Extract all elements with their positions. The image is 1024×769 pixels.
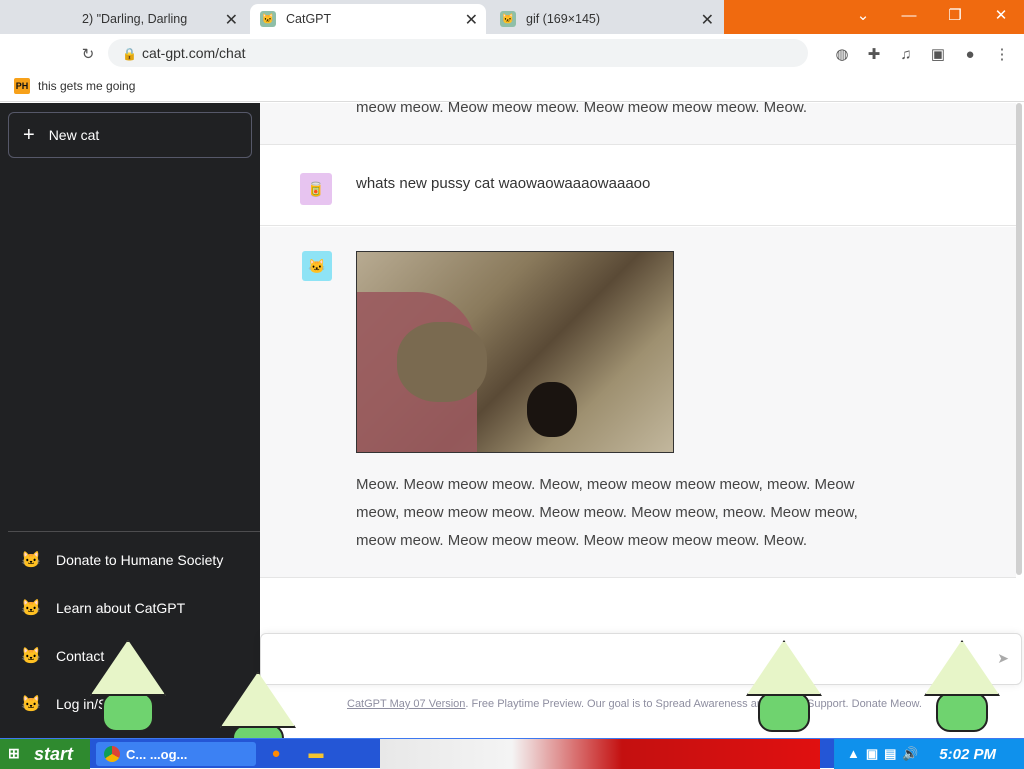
previous-bot-message: meow meow. Meow meow meow. Meow meow meo… [260, 99, 1016, 145]
browser-tab-catgpt[interactable]: 🐱 CatGPT ✕ [250, 4, 486, 34]
new-cat-label: New cat [48, 127, 100, 143]
catgpt-favicon-icon: 🐱 [260, 11, 276, 27]
start-label: start [34, 743, 74, 764]
bookmarks-bar: PH this gets me going [0, 72, 1024, 102]
restore-button[interactable]: ❐ [932, 0, 978, 30]
task-label: C... ...og... [126, 746, 188, 762]
chat-input[interactable]: ➤ [260, 633, 1022, 685]
user-avatar-icon: 🥫 [300, 173, 332, 205]
media-control-icon[interactable]: ♫ [896, 44, 916, 64]
extensions-puzzle-icon[interactable]: ✚ [864, 44, 884, 64]
cat-icon: 🐱 [21, 648, 41, 665]
bookmark-favicon-icon: PH [14, 78, 30, 94]
profile-avatar-icon[interactable]: ● [960, 44, 980, 64]
close-tab-icon[interactable]: ✕ [465, 10, 478, 30]
taskbar: ⊞ start C... ...og... ● ▬ ▲▣▤🔊 5:02 PM [0, 738, 1024, 769]
sidebar-link-label: Donate to Humane Society [56, 552, 224, 568]
tab-title: 2) "Darling, Darling [82, 12, 188, 26]
peridot-sticker [90, 640, 166, 732]
cat-icon: 🐱 [21, 552, 41, 569]
side-panel-icon[interactable]: ▣ [928, 44, 948, 64]
new-cat-button[interactable]: + New cat [8, 112, 252, 158]
system-tray: ▲▣▤🔊 5:02 PM [834, 739, 1024, 769]
sidebar-divider [8, 531, 260, 532]
cat-icon: 🐱 [21, 696, 41, 713]
tab-title: CatGPT [286, 12, 332, 26]
gif-favicon-icon: 🐱 [500, 11, 516, 27]
bot-message: 🐱 Meow. Meow meow meow. Meow, meow meow … [260, 227, 1016, 578]
taskbar-wallpaper [380, 739, 820, 769]
cat-gif-image [356, 251, 674, 453]
start-button[interactable]: ⊞ start [0, 739, 90, 769]
browser-toolbar: ↻ 🔒 cat-gpt.com/chat ◍ ✚ ♫ ▣ ● ⋮ [0, 34, 1024, 72]
bot-message-text: Meow. Meow meow meow. Meow, meow meow me… [356, 476, 858, 549]
chrome-icon [104, 746, 120, 762]
sidebar-link-donate[interactable]: 🐱 Donate to Humane Society [20, 546, 223, 574]
extension-flag-icon[interactable]: ◍ [832, 44, 852, 64]
cat-icon: 🐱 [21, 600, 41, 617]
browser-tab-gif[interactable]: 🐱 gif (169×145) ✕ [490, 4, 722, 34]
peridot-sticker [746, 640, 822, 732]
plus-icon: + [23, 124, 35, 146]
url-text: cat-gpt.com/chat [142, 45, 246, 61]
close-tab-icon[interactable]: ✕ [701, 10, 714, 30]
chat-scrollbar[interactable] [1016, 103, 1022, 575]
footer-text: . Free Playtime Preview. Our goal is to … [465, 698, 922, 710]
previous-message-text: meow meow. Meow meow meow. Meow meow meo… [356, 99, 807, 116]
tab-search-icon[interactable]: ⌄ [840, 0, 886, 30]
menu-kebab-icon[interactable]: ⋮ [992, 44, 1012, 64]
close-window-button[interactable]: ✕ [978, 0, 1024, 30]
bookmark-label: this gets me going [38, 79, 136, 93]
reload-icon[interactable]: ↻ [78, 44, 98, 64]
footer: CatGPT May 07 Version. Free Playtime Pre… [347, 698, 922, 710]
peridot-sticker [924, 640, 1000, 732]
firefox-icon[interactable]: ● [266, 743, 286, 763]
browser-tab-darling[interactable]: 2) "Darling, Darling ✕ [10, 4, 246, 34]
tray-icons[interactable]: ▲▣▤🔊 [847, 746, 925, 762]
taskbar-chrome-item[interactable]: C... ...og... [96, 742, 256, 766]
bot-avatar-cat-icon: 🐱 [302, 251, 332, 281]
bookmark-item[interactable]: PH this gets me going [14, 78, 135, 94]
clock[interactable]: 5:02 PM [939, 746, 996, 763]
tab-title: gif (169×145) [526, 12, 601, 26]
folder-icon[interactable]: ▬ [306, 743, 326, 763]
lock-icon: 🔒 [122, 47, 137, 61]
windows-flag-icon: ⊞ [8, 745, 20, 761]
chat-area: meow meow. Meow meow meow. Meow meow meo… [260, 99, 1024, 738]
minimize-button[interactable]: — [886, 0, 932, 30]
address-bar[interactable]: 🔒 cat-gpt.com/chat [108, 39, 808, 67]
close-tab-icon[interactable]: ✕ [225, 10, 238, 30]
sidebar-link-learn[interactable]: 🐱 Learn about CatGPT [20, 594, 185, 622]
tab-bar: 2) "Darling, Darling ✕ 🐱 CatGPT ✕ 🐱 gif … [0, 0, 1024, 34]
user-message: 🥫 whats new pussy cat waowaowaaaowaaaoo [260, 146, 1016, 226]
user-message-text: whats new pussy cat waowaowaaaowaaaoo [356, 175, 651, 192]
version-link[interactable]: CatGPT May 07 Version [347, 698, 465, 710]
sidebar-link-label: Learn about CatGPT [56, 600, 186, 616]
